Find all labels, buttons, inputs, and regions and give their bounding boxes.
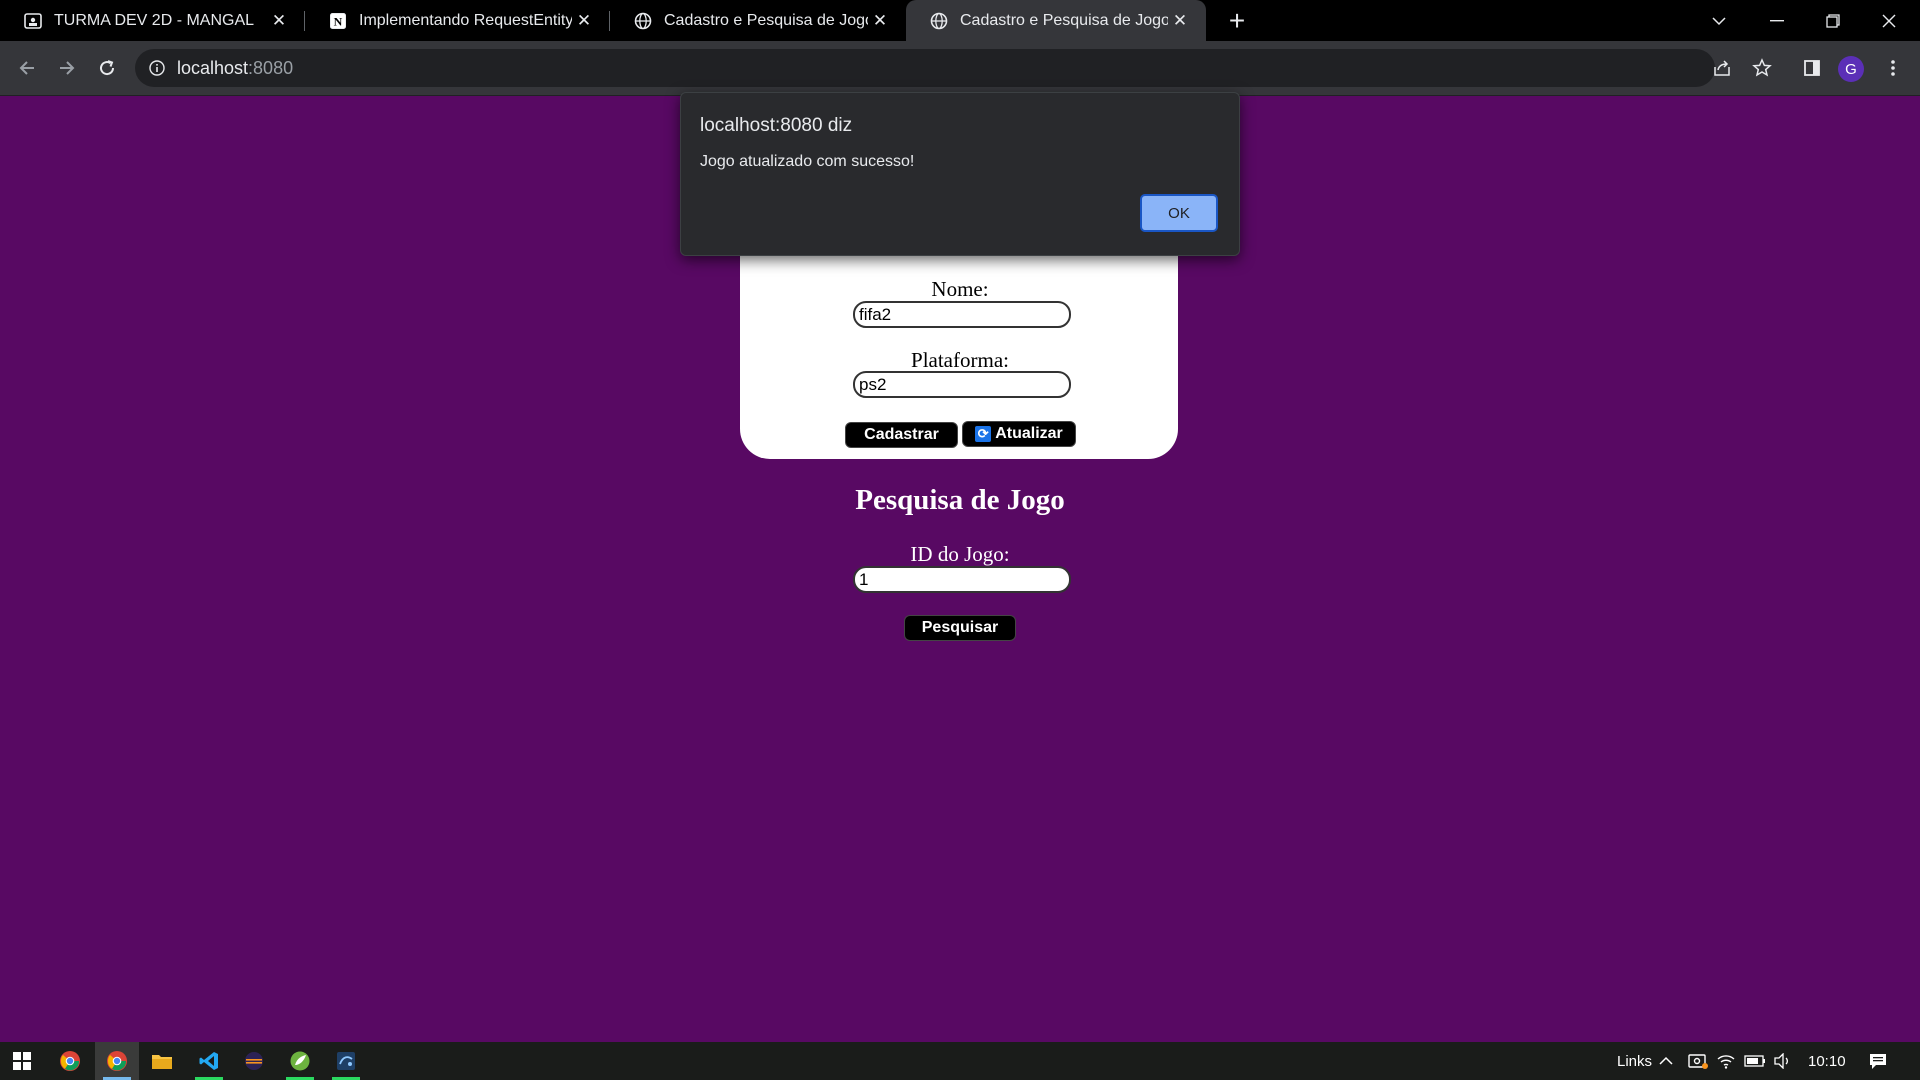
url-port: :8080 <box>248 57 294 78</box>
tab-title: Cadastro e Pesquisa de Jogos <box>664 11 868 29</box>
globe-icon <box>634 12 652 30</box>
tab-title: Cadastro e Pesquisa de Jogos <box>960 11 1168 29</box>
svg-text:N: N <box>334 14 343 28</box>
close-icon[interactable]: ✕ <box>1168 9 1192 33</box>
links-toolbar[interactable]: Links <box>1617 1042 1652 1080</box>
pesquisa-heading: Pesquisa de Jogo <box>855 484 1065 516</box>
forward-icon[interactable] <box>50 51 84 85</box>
cadastrar-button-label: Cadastrar <box>864 426 939 443</box>
pesquisar-button-label: Pesquisar <box>921 619 999 636</box>
volume-icon[interactable] <box>1773 1042 1793 1080</box>
close-window-button[interactable] <box>1861 0 1917 41</box>
plataforma-label: Plataforma: <box>911 348 1009 372</box>
restore-button[interactable] <box>1805 0 1861 41</box>
minimize-button[interactable] <box>1749 0 1805 41</box>
ok-button[interactable]: OK <box>1140 194 1218 232</box>
id-jogo-label: ID do Jogo: <box>910 542 1010 566</box>
id-jogo-input[interactable] <box>853 566 1071 593</box>
spring-tools-icon[interactable] <box>278 1042 322 1080</box>
back-icon[interactable] <box>10 51 44 85</box>
tab-title: Implementando RequestEntity , <box>359 11 572 29</box>
nome-input[interactable] <box>853 301 1071 328</box>
info-icon[interactable] <box>149 60 165 76</box>
ok-button-label: OK <box>1168 204 1190 222</box>
tab-turma[interactable]: TURMA DEV 2D - MANGAL ✕ <box>0 0 305 41</box>
cadastrar-button[interactable]: Cadastrar <box>845 422 958 448</box>
refresh-icon: ⟳ <box>975 426 992 442</box>
workbench-icon[interactable] <box>324 1042 368 1080</box>
tab-requestentity[interactable]: N Implementando RequestEntity , ✕ <box>305 0 610 41</box>
vscode-icon[interactable] <box>187 1042 231 1080</box>
tab-title: TURMA DEV 2D - MANGAL <box>54 11 255 29</box>
close-icon[interactable]: ✕ <box>267 9 291 33</box>
file-explorer-icon[interactable] <box>140 1042 184 1080</box>
nome-label: Nome: <box>931 277 989 301</box>
new-tab-button[interactable]: + <box>1222 5 1252 36</box>
chrome-icon[interactable] <box>48 1042 92 1080</box>
notion-icon: N <box>329 12 347 30</box>
side-panel-icon[interactable] <box>1795 51 1829 85</box>
menu-kebab-icon[interactable] <box>1876 51 1910 85</box>
tab-cadastro-1[interactable]: Cadastro e Pesquisa de Jogos ✕ <box>610 0 906 41</box>
share-icon[interactable] <box>1705 51 1739 85</box>
browser-toolbar: localhost:8080 G <box>0 41 1920 96</box>
close-icon[interactable]: ✕ <box>572 9 596 33</box>
eclipse-icon[interactable] <box>232 1042 276 1080</box>
tab-cadastro-active[interactable]: Cadastro e Pesquisa de Jogos ✕ <box>906 0 1206 41</box>
dialog-message: Jogo atualizado com sucesso! <box>700 153 915 170</box>
tab-search-icon[interactable] <box>1691 0 1747 41</box>
windows-taskbar: Links 10:10 <box>0 1042 1920 1080</box>
meet-now-icon[interactable] <box>1687 1042 1709 1080</box>
chevron-up-icon[interactable] <box>1658 1042 1674 1080</box>
classroom-icon <box>24 12 42 30</box>
alert-dialog: localhost:8080 diz Jogo atualizado com s… <box>680 92 1240 256</box>
bookmark-star-icon[interactable] <box>1745 51 1779 85</box>
tab-strip: TURMA DEV 2D - MANGAL ✕ N Implementando … <box>0 0 1920 41</box>
wifi-icon[interactable] <box>1716 1042 1736 1080</box>
reload-icon[interactable] <box>90 51 124 85</box>
dialog-title: localhost:8080 diz <box>700 115 853 136</box>
globe-icon <box>930 12 948 30</box>
clock-time[interactable]: 10:10 <box>1808 1042 1846 1080</box>
windows-start-icon[interactable] <box>0 1042 44 1080</box>
profile-avatar[interactable]: G <box>1838 56 1864 82</box>
plataforma-input[interactable] <box>853 371 1071 398</box>
address-bar[interactable]: localhost:8080 <box>135 49 1715 87</box>
url-host: localhost <box>177 57 249 78</box>
chrome-active-icon[interactable] <box>95 1042 139 1080</box>
atualizar-button[interactable]: ⟳ Atualizar <box>962 421 1076 447</box>
atualizar-button-label: Atualizar <box>995 425 1063 442</box>
pesquisar-button[interactable]: Pesquisar <box>904 615 1016 641</box>
close-icon[interactable]: ✕ <box>868 9 892 33</box>
notification-icon[interactable] <box>1868 1042 1888 1080</box>
battery-icon[interactable] <box>1744 1042 1766 1080</box>
